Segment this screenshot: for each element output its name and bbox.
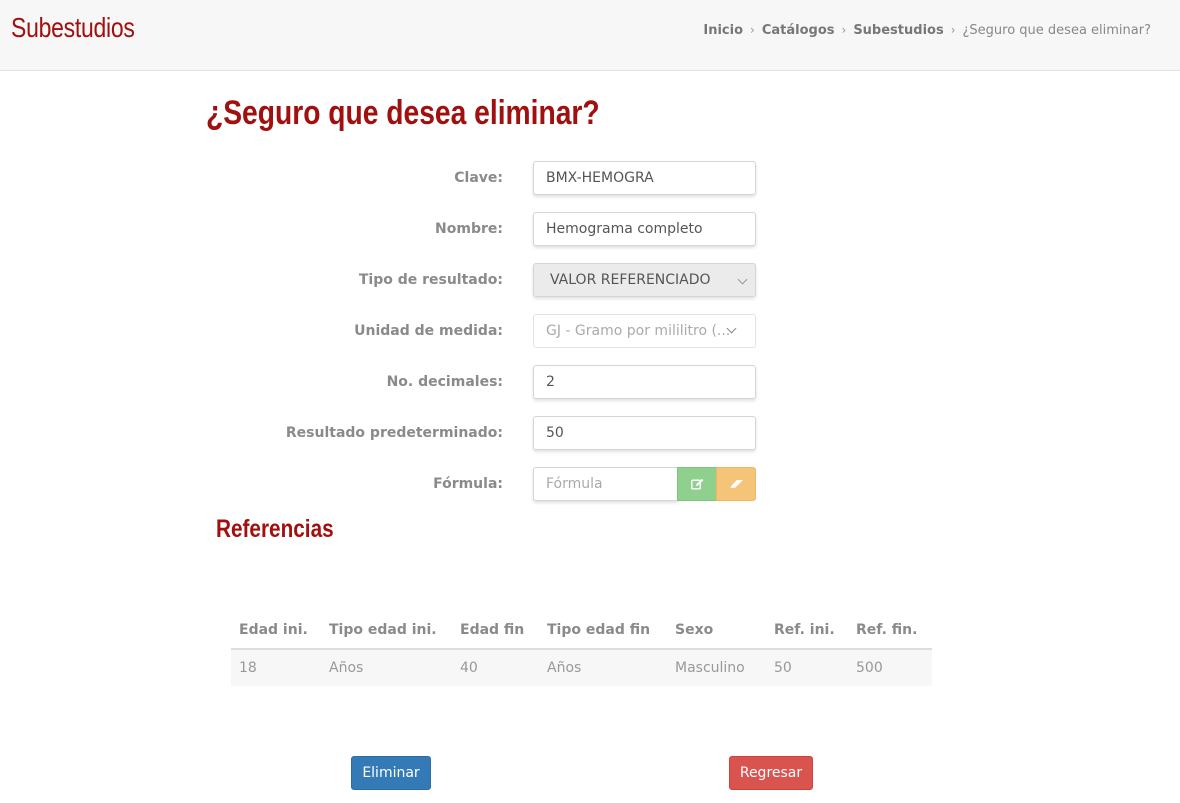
unidad-medida-label: Unidad de medida: bbox=[354, 323, 503, 339]
formula-edit-button[interactable] bbox=[677, 467, 717, 501]
delete-button[interactable]: Eliminar bbox=[351, 756, 431, 790]
table-cell: Años bbox=[321, 649, 452, 686]
formula-label: Fórmula: bbox=[433, 476, 503, 492]
form-row-tipo-resultado: Tipo de resultado: VALOR REFERENCIADO bbox=[0, 263, 1180, 297]
top-bar: Subestudios Inicio › Catálogos › Subestudios… bbox=[0, 0, 1180, 71]
column-header: Ref. ini. bbox=[766, 612, 848, 650]
table-cell: Años bbox=[539, 649, 667, 686]
table-row: 18 Años 40 Años Masculino 50 500 bbox=[231, 649, 932, 686]
breadcrumb-separator: › bbox=[750, 23, 755, 37]
tipo-resultado-value: VALOR REFERENCIADO bbox=[550, 272, 711, 288]
pencil-square-icon bbox=[691, 478, 704, 490]
nombre-label: Nombre: bbox=[435, 221, 503, 237]
tipo-resultado-select[interactable]: VALOR REFERENCIADO bbox=[533, 263, 756, 297]
breadcrumb-separator: › bbox=[841, 23, 847, 37]
column-header: Edad fin bbox=[452, 612, 539, 650]
breadcrumb-separator: › bbox=[950, 23, 956, 37]
app-title: Subestudios bbox=[11, 12, 135, 43]
table-cell: 50 bbox=[766, 649, 848, 686]
column-header: Tipo edad ini. bbox=[321, 612, 452, 650]
clave-field[interactable]: BMX-HEMOGRA bbox=[533, 161, 756, 195]
referencias-title: Referencias bbox=[216, 515, 334, 543]
column-header: Edad ini. bbox=[231, 612, 321, 650]
breadcrumb: Inicio › Catálogos › Subestudios › ¿Seguro que… bbox=[703, 23, 1151, 38]
tipo-resultado-label: Tipo de resultado: bbox=[358, 272, 503, 288]
formula-input[interactable]: Fórmula bbox=[533, 467, 678, 501]
column-header: Ref. fin. bbox=[848, 612, 932, 650]
column-header: Tipo edad fin bbox=[539, 612, 667, 650]
form-row-formula: Fórmula: Fórmula bbox=[0, 467, 1180, 501]
breadcrumb-item-inicio[interactable]: Inicio bbox=[703, 23, 743, 38]
clave-label: Clave: bbox=[454, 170, 503, 186]
unidad-medida-select[interactable]: GJ - Gramo por mililitro (... bbox=[533, 314, 756, 348]
resultado-predeterminado-label: Resultado predeterminado: bbox=[285, 425, 503, 441]
table-cell: 18 bbox=[231, 649, 321, 686]
form-row-nombre: Nombre: Hemograma completo bbox=[0, 212, 1180, 246]
formula-clear-button[interactable] bbox=[716, 467, 756, 501]
table-cell: Masculino bbox=[667, 649, 766, 686]
page-title: ¿Seguro que desea eliminar? bbox=[206, 94, 600, 132]
resultado-predeterminado-field[interactable]: 50 bbox=[533, 416, 756, 450]
unidad-medida-value: GJ - Gramo por mililitro (... bbox=[546, 323, 731, 339]
referencias-table: Edad ini. Tipo edad ini. Edad fin Tipo e… bbox=[231, 612, 932, 686]
table-cell: 500 bbox=[848, 649, 932, 686]
chevron-down-icon bbox=[737, 274, 748, 285]
breadcrumb-item-catalogos[interactable]: Catálogos bbox=[762, 23, 835, 38]
eraser-icon bbox=[730, 480, 743, 488]
nombre-field[interactable]: Hemograma completo bbox=[533, 212, 756, 246]
breadcrumb-current: ¿Seguro que desea eliminar? bbox=[962, 23, 1151, 38]
form-row-clave: Clave: BMX-HEMOGRA bbox=[0, 161, 1180, 195]
form-row-unidad-medida: Unidad de medida: GJ - Gramo por mililit… bbox=[0, 314, 1180, 348]
column-header: Sexo bbox=[667, 612, 766, 650]
form-row-resultado-predeterminado: Resultado predeterminado: 50 bbox=[0, 416, 1180, 450]
table-cell: 40 bbox=[452, 649, 539, 686]
back-button[interactable]: Regresar bbox=[729, 756, 813, 790]
table-header-row: Edad ini. Tipo edad ini. Edad fin Tipo e… bbox=[231, 612, 932, 650]
decimales-field[interactable]: 2 bbox=[533, 365, 756, 399]
breadcrumb-item-subestudios[interactable]: Subestudios bbox=[853, 23, 943, 38]
form-row-decimales: No. decimales: 2 bbox=[0, 365, 1180, 399]
decimales-label: No. decimales: bbox=[386, 374, 503, 390]
